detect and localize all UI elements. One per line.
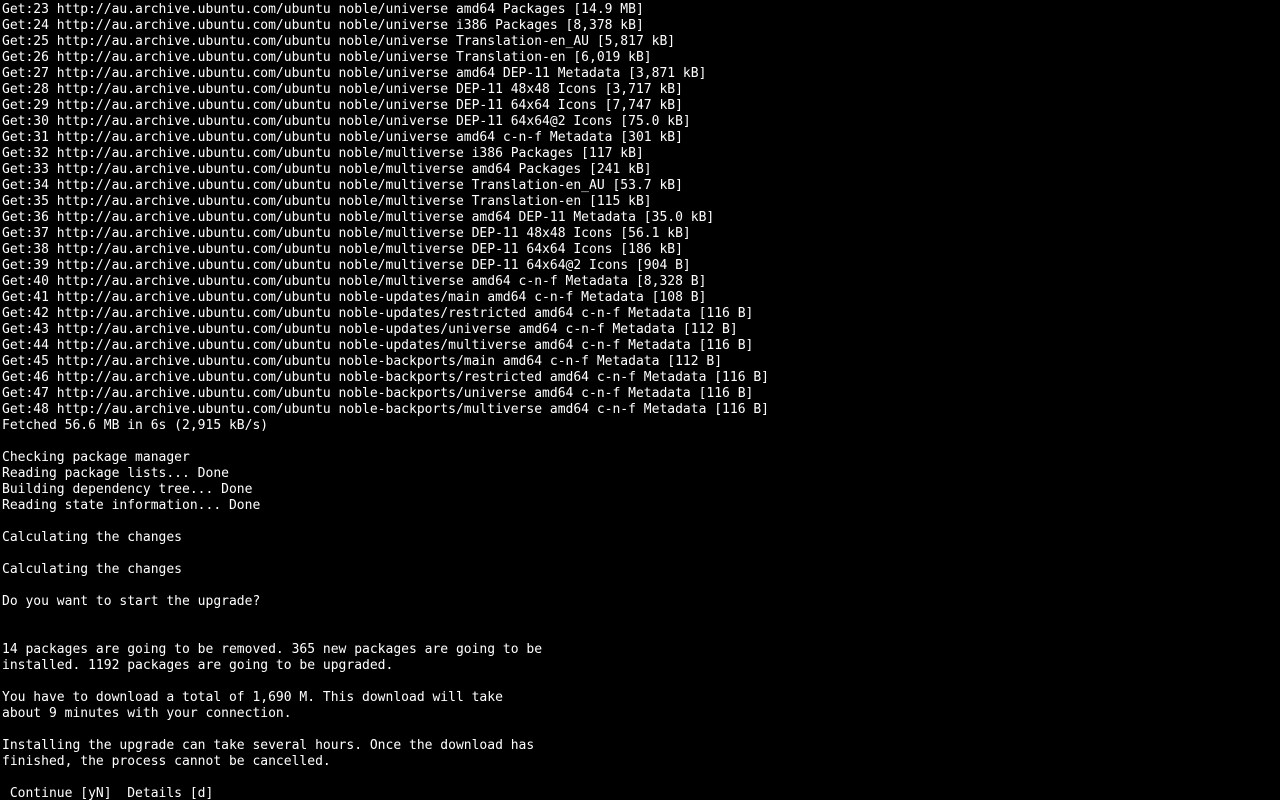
apt-get-line: Get:34 http://au.archive.ubuntu.com/ubun… [2, 178, 1280, 194]
apt-get-line: Get:47 http://au.archive.ubuntu.com/ubun… [2, 386, 1280, 402]
status-line [2, 578, 1280, 594]
status-line: 14 packages are going to be removed. 365… [2, 642, 1280, 658]
status-line: finished, the process cannot be cancelle… [2, 754, 1280, 770]
status-line [2, 610, 1280, 626]
apt-get-line: Get:36 http://au.archive.ubuntu.com/ubun… [2, 210, 1280, 226]
apt-get-line: Get:41 http://au.archive.ubuntu.com/ubun… [2, 290, 1280, 306]
apt-get-line: Get:43 http://au.archive.ubuntu.com/ubun… [2, 322, 1280, 338]
status-line: Calculating the changes [2, 562, 1280, 578]
status-line: Checking package manager [2, 450, 1280, 466]
status-line [2, 546, 1280, 562]
status-line [2, 626, 1280, 642]
status-line: Installing the upgrade can take several … [2, 738, 1280, 754]
apt-get-line: Get:32 http://au.archive.ubuntu.com/ubun… [2, 146, 1280, 162]
apt-get-line: Get:23 http://au.archive.ubuntu.com/ubun… [2, 2, 1280, 18]
apt-get-line: Get:31 http://au.archive.ubuntu.com/ubun… [2, 130, 1280, 146]
status-line: Reading package lists... Done [2, 466, 1280, 482]
apt-get-line: Get:24 http://au.archive.ubuntu.com/ubun… [2, 18, 1280, 34]
apt-get-line: Get:35 http://au.archive.ubuntu.com/ubun… [2, 194, 1280, 210]
status-line [2, 674, 1280, 690]
apt-get-line: Get:38 http://au.archive.ubuntu.com/ubun… [2, 242, 1280, 258]
apt-get-line: Get:29 http://au.archive.ubuntu.com/ubun… [2, 98, 1280, 114]
apt-get-line: Get:27 http://au.archive.ubuntu.com/ubun… [2, 66, 1280, 82]
status-line: Do you want to start the upgrade? [2, 594, 1280, 610]
status-line [2, 770, 1280, 786]
apt-get-line: Get:44 http://au.archive.ubuntu.com/ubun… [2, 338, 1280, 354]
upgrade-prompt[interactable]: Continue [yN] Details [d] [2, 786, 1280, 800]
status-line: about 9 minutes with your connection. [2, 706, 1280, 722]
status-line: Reading state information... Done [2, 498, 1280, 514]
apt-get-line: Get:25 http://au.archive.ubuntu.com/ubun… [2, 34, 1280, 50]
apt-get-line: Get:42 http://au.archive.ubuntu.com/ubun… [2, 306, 1280, 322]
apt-get-line: Get:30 http://au.archive.ubuntu.com/ubun… [2, 114, 1280, 130]
apt-get-line: Get:33 http://au.archive.ubuntu.com/ubun… [2, 162, 1280, 178]
status-line: Calculating the changes [2, 530, 1280, 546]
apt-get-line: Get:48 http://au.archive.ubuntu.com/ubun… [2, 402, 1280, 418]
apt-get-line: Get:28 http://au.archive.ubuntu.com/ubun… [2, 82, 1280, 98]
apt-get-line: Get:40 http://au.archive.ubuntu.com/ubun… [2, 274, 1280, 290]
status-line: Building dependency tree... Done [2, 482, 1280, 498]
status-line: installed. 1192 packages are going to be… [2, 658, 1280, 674]
apt-get-line: Get:39 http://au.archive.ubuntu.com/ubun… [2, 258, 1280, 274]
apt-get-line: Get:46 http://au.archive.ubuntu.com/ubun… [2, 370, 1280, 386]
status-line: You have to download a total of 1,690 M.… [2, 690, 1280, 706]
apt-get-line: Get:37 http://au.archive.ubuntu.com/ubun… [2, 226, 1280, 242]
apt-get-line: Get:26 http://au.archive.ubuntu.com/ubun… [2, 50, 1280, 66]
status-line [2, 722, 1280, 738]
status-line [2, 514, 1280, 530]
apt-get-line: Get:45 http://au.archive.ubuntu.com/ubun… [2, 354, 1280, 370]
apt-fetched-line: Fetched 56.6 MB in 6s (2,915 kB/s) [2, 418, 1280, 434]
status-line [2, 434, 1280, 450]
terminal-output[interactable]: Get:23 http://au.archive.ubuntu.com/ubun… [0, 0, 1280, 800]
